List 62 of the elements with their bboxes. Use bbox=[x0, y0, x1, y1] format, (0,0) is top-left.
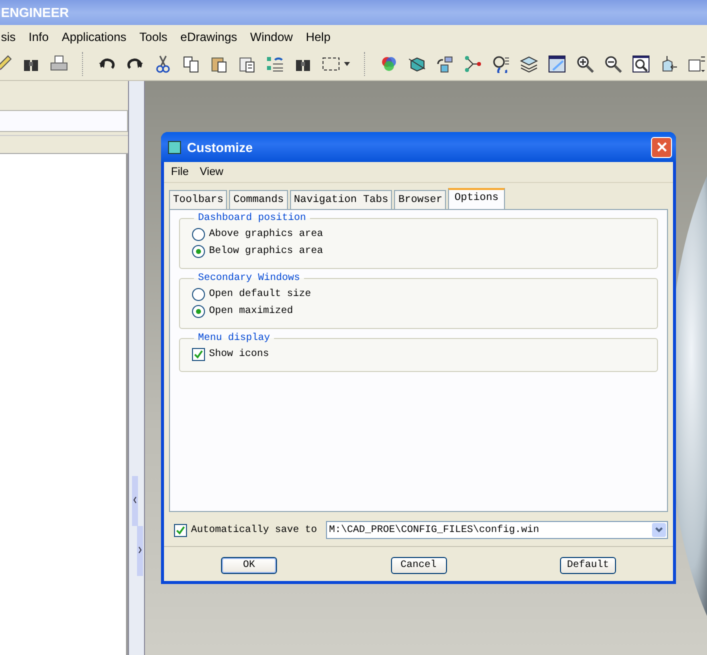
box-label-icon[interactable] bbox=[688, 55, 706, 73]
radio-button[interactable] bbox=[192, 288, 205, 301]
menu-item[interactable]: File bbox=[171, 166, 189, 178]
window-title: ENGINEER bbox=[1, 5, 69, 20]
option-label: Open maximized bbox=[209, 306, 294, 317]
caret-icon[interactable] bbox=[344, 62, 350, 66]
group-title: Dashboard position bbox=[197, 213, 308, 224]
box-arrow-icon[interactable] bbox=[660, 55, 678, 73]
menu-item[interactable]: Help bbox=[306, 30, 330, 44]
menu-item[interactable]: View bbox=[200, 166, 224, 178]
collapse-left-icon[interactable] bbox=[132, 476, 138, 526]
close-icon bbox=[656, 142, 666, 152]
window-icon bbox=[168, 140, 181, 154]
group-title: Secondary Windows bbox=[197, 273, 302, 284]
dialog-button[interactable]: Default bbox=[560, 557, 616, 574]
layers-icon[interactable] bbox=[520, 55, 538, 73]
dialog-button[interactable]: OK bbox=[221, 557, 277, 574]
radio-button[interactable] bbox=[192, 305, 205, 318]
menu-item[interactable]: Applications bbox=[62, 30, 126, 44]
tab[interactable]: Options bbox=[448, 188, 505, 210]
group-title: Menu display bbox=[197, 333, 272, 344]
input-field[interactable] bbox=[0, 110, 128, 132]
checkbox[interactable] bbox=[174, 524, 187, 536]
paste-icon[interactable] bbox=[210, 55, 228, 73]
zoom-in-icon[interactable] bbox=[576, 55, 594, 73]
scissors-icon[interactable] bbox=[154, 55, 172, 73]
printer-icon[interactable] bbox=[50, 55, 68, 73]
radio-button[interactable] bbox=[192, 245, 205, 258]
dialog-button[interactable]: Cancel bbox=[390, 557, 446, 574]
tab[interactable]: Browser bbox=[394, 190, 446, 209]
tab[interactable]: Commands bbox=[229, 190, 288, 209]
option-label: Open default size bbox=[209, 289, 312, 300]
menu-item[interactable]: Info bbox=[28, 30, 49, 44]
expand-right-icon[interactable] bbox=[137, 526, 143, 576]
zoom-window-icon[interactable] bbox=[632, 55, 650, 73]
menu-item[interactable]: Window bbox=[250, 30, 293, 44]
window-shade-icon[interactable] bbox=[548, 55, 566, 73]
path-dropdown[interactable]: M:\CAD_PROE\CONFIG_FILES\config.win bbox=[326, 521, 668, 539]
paste-special-icon[interactable] bbox=[238, 55, 256, 73]
selection-box-icon[interactable] bbox=[322, 55, 340, 73]
zoom-out-icon[interactable] bbox=[604, 55, 622, 73]
menu-item[interactable]: sis bbox=[1, 30, 16, 44]
dialog-title: Customize bbox=[187, 140, 254, 154]
nodes-icon[interactable] bbox=[464, 55, 482, 73]
splitter[interactable] bbox=[128, 81, 145, 655]
menu-item[interactable]: eDrawings bbox=[180, 30, 238, 44]
checkbox[interactable] bbox=[192, 348, 205, 361]
option-label: Below graphics area bbox=[209, 246, 324, 257]
copy-icon[interactable] bbox=[182, 55, 200, 73]
close-button[interactable] bbox=[651, 136, 672, 158]
search-settings-icon[interactable] bbox=[492, 55, 510, 73]
view-cube-icon[interactable] bbox=[408, 55, 426, 73]
color-wheel-icon[interactable] bbox=[380, 55, 398, 73]
tab[interactable]: Navigation Tabs bbox=[290, 190, 392, 209]
checkbox-label: Automatically save to bbox=[191, 524, 318, 536]
tab[interactable]: Toolbars bbox=[169, 190, 228, 209]
cube-arrow-icon[interactable] bbox=[436, 55, 454, 73]
menu-item[interactable]: Tools bbox=[139, 30, 168, 44]
radio-button[interactable] bbox=[192, 228, 205, 241]
list-arrows-icon[interactable] bbox=[266, 55, 284, 73]
option-label: Show icons bbox=[209, 349, 270, 360]
option-label: Above graphics area bbox=[209, 229, 324, 240]
